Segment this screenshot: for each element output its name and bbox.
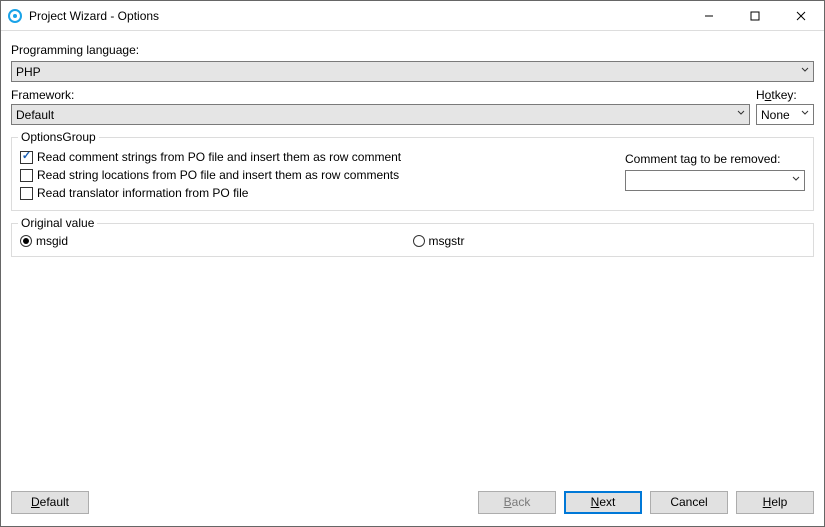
options-group-title: OptionsGroup [18,130,99,144]
comment-tag-label: Comment tag to be removed: [625,152,805,166]
checkbox-icon [20,151,33,164]
back-button[interactable]: Back [478,491,556,514]
radio-msgid[interactable]: msgid [20,234,413,248]
help-button[interactable]: Help [736,491,814,514]
app-icon [7,8,23,24]
maximize-button[interactable] [732,1,778,30]
programming-language-select[interactable]: PHP [11,61,814,82]
chevron-down-icon [801,109,809,120]
titlebar: Project Wizard - Options [1,1,824,31]
hotkey-value: None [761,108,801,122]
option-read-translator-label: Read translator information from PO file [37,186,248,200]
footer: Default Back Next Cancel Help [1,486,824,526]
default-button[interactable]: Default [11,491,89,514]
window-controls [686,1,824,30]
original-value-group: Original value msgid msgstr [11,223,814,257]
option-read-locations-label: Read string locations from PO file and i… [37,168,399,182]
original-value-title: Original value [18,216,97,230]
dialog-window: Project Wizard - Options Programming lan… [0,0,825,527]
chevron-down-icon [792,175,800,186]
hotkey-label: Hotkey: [756,88,814,102]
programming-language-label: Programming language: [11,43,814,57]
radio-msgstr-label: msgstr [429,234,465,248]
option-read-locations[interactable]: Read string locations from PO file and i… [20,166,605,184]
hotkey-select[interactable]: None [756,104,814,125]
minimize-button[interactable] [686,1,732,30]
framework-value: Default [16,108,737,122]
chevron-down-icon [801,66,809,77]
framework-select[interactable]: Default [11,104,750,125]
radio-icon [413,235,425,247]
window-title: Project Wizard - Options [29,9,686,23]
cancel-button[interactable]: Cancel [650,491,728,514]
option-read-comments[interactable]: Read comment strings from PO file and in… [20,148,605,166]
radio-msgstr[interactable]: msgstr [413,234,806,248]
chevron-down-icon [737,109,745,120]
checkbox-icon [20,169,33,182]
comment-tag-select[interactable] [625,170,805,191]
spacer [11,259,814,480]
next-button[interactable]: Next [564,491,642,514]
content-area: Programming language: PHP Framework: Def… [1,31,824,486]
radio-msgid-label: msgid [36,234,68,248]
close-button[interactable] [778,1,824,30]
option-read-translator[interactable]: Read translator information from PO file [20,184,605,202]
options-group: OptionsGroup Read comment strings from P… [11,137,814,211]
checkbox-icon [20,187,33,200]
programming-language-value: PHP [16,65,801,79]
framework-label: Framework: [11,88,750,102]
radio-icon [20,235,32,247]
option-read-comments-label: Read comment strings from PO file and in… [37,150,401,164]
